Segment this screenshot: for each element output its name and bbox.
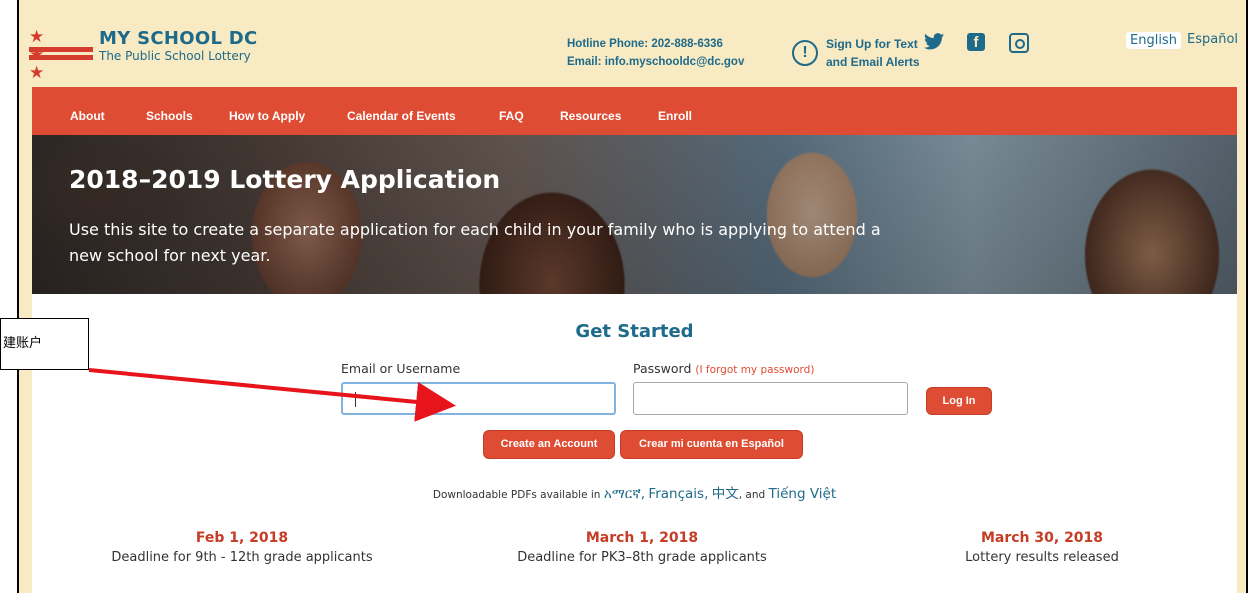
contact-email[interactable]: Email: info.myschooldc@dc.gov	[567, 53, 744, 71]
hero-banner: 2018–2019 Lottery Application Use this s…	[32, 135, 1237, 294]
instagram-icon[interactable]	[1009, 33, 1029, 53]
contact-info: Hotline Phone: 202-888-6336 Email: info.…	[567, 35, 744, 71]
deadline-date-3: March 30, 2018	[980, 530, 1104, 546]
nav-how-to-apply[interactable]: How to Apply	[229, 109, 305, 123]
deadline-desc-3: Lottery results released	[965, 550, 1119, 565]
nav-resources[interactable]: Resources	[560, 109, 621, 123]
alert-icon[interactable]: !	[792, 40, 818, 66]
logo-flag-bars	[29, 47, 93, 63]
password-label: Password	[633, 361, 692, 376]
email-label: Email or Username	[341, 361, 461, 376]
pdf-and: and	[745, 489, 766, 501]
signup-line-2: and Email Alerts	[826, 55, 920, 69]
deadline-desc-1: Deadline for 9th - 12th grade applicants	[111, 550, 373, 565]
hotline-phone: Hotline Phone: 202-888-6336	[567, 38, 723, 50]
nav-schools[interactable]: Schools	[146, 109, 193, 123]
main-nav: About Schools How to Apply Calendar of E…	[32, 87, 1237, 135]
create-account-button[interactable]: Create an Account	[483, 430, 615, 459]
create-account-spanish-button[interactable]: Crear mi cuenta en Español	[620, 430, 803, 459]
pdf-languages: Downloadable PDFs available in አማርኛ, Fra…	[432, 486, 837, 502]
nav-about[interactable]: About	[70, 109, 105, 123]
nav-enroll[interactable]: Enroll	[658, 109, 692, 123]
pdf-link-french[interactable]: Français	[648, 486, 704, 502]
password-input[interactable]	[633, 382, 908, 415]
deadline-date-1: Feb 1, 2018	[195, 530, 289, 546]
pdf-link-chinese[interactable]: 中文	[712, 486, 739, 502]
forgot-password-link[interactable]: (I forgot my password)	[695, 364, 814, 376]
twitter-icon[interactable]	[924, 33, 944, 55]
hero-description: Use this site to create a separate appli…	[69, 220, 881, 265]
pdf-prefix: Downloadable PDFs available in	[432, 489, 601, 501]
pdf-link-vietnamese[interactable]: Tiếng Việt	[769, 486, 837, 502]
deadline-desc-2: Deadline for PK3–8th grade applicants	[517, 550, 767, 565]
language-english[interactable]: English	[1126, 32, 1181, 49]
nav-faq[interactable]: FAQ	[499, 109, 524, 123]
get-started-heading: Get Started	[575, 321, 694, 342]
hero-title: 2018–2019 Lottery Application	[69, 165, 501, 194]
email-input[interactable]	[341, 382, 616, 415]
pdf-link-amharic[interactable]: አማርኛ	[604, 486, 641, 502]
signup-alerts-link[interactable]: Sign Up for Text and Email Alerts	[826, 35, 936, 71]
facebook-icon[interactable]: f	[967, 33, 985, 51]
nav-calendar-of-events[interactable]: Calendar of Events	[347, 109, 456, 123]
password-label-group: Password (I forgot my password)	[633, 361, 814, 376]
login-button[interactable]: Log In	[926, 387, 992, 415]
login-section: Get Started Email or Username Password (…	[32, 294, 1237, 593]
language-spanish[interactable]: Español	[1187, 32, 1238, 47]
text-caret	[355, 392, 356, 407]
deadline-date-2: March 1, 2018	[585, 530, 699, 546]
annotation-callout: 建账户	[0, 318, 89, 370]
browser-page: ★ ★ ★ MY SCHOOL DC The Public School Lot…	[17, 0, 1248, 593]
logo-subtitle: The Public School Lottery	[99, 49, 251, 63]
logo-title: MY SCHOOL DC	[99, 28, 258, 49]
signup-line-1: Sign Up for Text	[826, 37, 918, 51]
